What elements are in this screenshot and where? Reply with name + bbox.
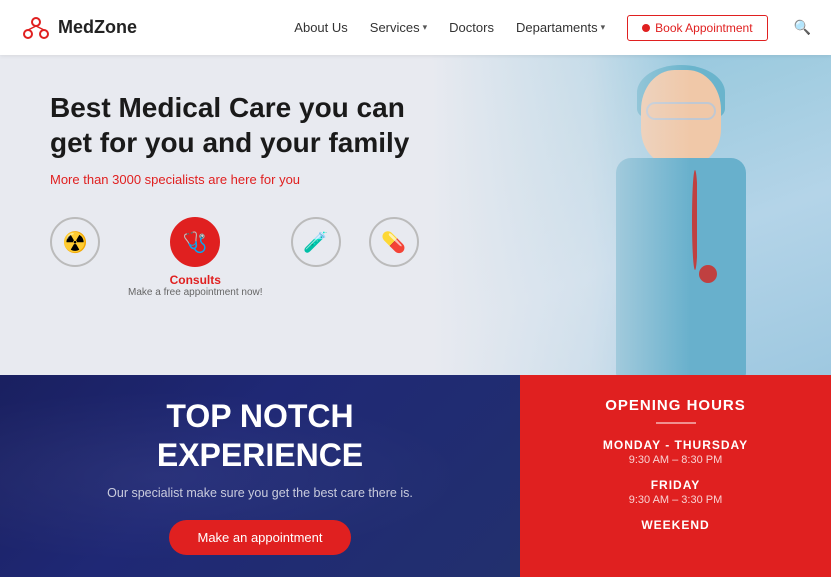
services-dropdown-arrow: ▾ (423, 22, 428, 33)
nav: About Us Services ▾ Doctors Departaments… (294, 15, 811, 41)
hero-section: Best Medical Care you can get for you an… (0, 55, 831, 375)
consults-sublabel: Make a free appointment now! (128, 287, 263, 298)
left-panel-description: Our specialist make sure you get the bes… (107, 486, 413, 500)
hero-subtitle: More than 3000 specialists are here for … (50, 172, 430, 187)
hero-title: Best Medical Care you can get for you an… (50, 90, 430, 160)
hours-row-weekend: WEEKEND (555, 518, 796, 532)
book-icon (642, 24, 650, 32)
left-panel: TOP NOTCH EXPERIENCE Our specialist make… (0, 375, 520, 577)
service-icon-circle-consults: 🩺 (170, 217, 220, 267)
hours-day-1: MONDAY - THURSDAY (555, 438, 796, 452)
nav-doctors[interactable]: Doctors (449, 20, 494, 35)
service-icon-1[interactable]: ☢️ (50, 217, 100, 273)
opening-divider (656, 422, 696, 424)
hero-content: Best Medical Care you can get for you an… (0, 55, 480, 333)
nav-services[interactable]: Services ▾ (370, 20, 427, 35)
service-icon-3[interactable]: 🧪 (291, 217, 341, 273)
hours-time-2: 9:30 AM – 3:30 PM (555, 494, 796, 506)
left-panel-title: TOP NOTCH EXPERIENCE (157, 397, 363, 474)
logo-icon (20, 12, 52, 44)
header: MedZone About Us Services ▾ Doctors Depa… (0, 0, 831, 55)
service-icon-circle-1: ☢️ (50, 217, 100, 267)
hours-day-2: FRIDAY (555, 478, 796, 492)
hours-time-1: 9:30 AM – 8:30 PM (555, 454, 796, 466)
right-panel: OPENING HOURS MONDAY - THURSDAY 9:30 AM … (520, 375, 831, 577)
service-icons-row: ☢️ 🩺 Consults Make a free appointment no… (50, 217, 430, 298)
hours-day-3: WEEKEND (555, 518, 796, 532)
service-icon-circle-4: 💊 (369, 217, 419, 267)
nav-departments[interactable]: Departaments ▾ (516, 20, 605, 35)
service-icon-consults[interactable]: 🩺 Consults Make a free appointment now! (128, 217, 263, 298)
hero-image (431, 55, 831, 375)
book-appointment-button[interactable]: Book Appointment (627, 15, 767, 41)
departments-dropdown-arrow: ▾ (601, 22, 606, 33)
service-icon-circle-3: 🧪 (291, 217, 341, 267)
logo[interactable]: MedZone (20, 12, 137, 44)
hours-row-fri: FRIDAY 9:30 AM – 3:30 PM (555, 478, 796, 506)
hero-fade-overlay (431, 55, 831, 375)
service-icon-4[interactable]: 💊 (369, 217, 419, 273)
bottom-row: TOP NOTCH EXPERIENCE Our specialist make… (0, 375, 831, 577)
opening-hours-title: OPENING HOURS (555, 397, 796, 414)
search-icon[interactable]: 🔍 (794, 19, 811, 36)
nav-about[interactable]: About Us (294, 20, 347, 35)
hours-row-mon-thu: MONDAY - THURSDAY 9:30 AM – 8:30 PM (555, 438, 796, 466)
make-appointment-button[interactable]: Make an appointment (169, 520, 350, 555)
logo-text: MedZone (58, 17, 137, 38)
consults-label: Consults (170, 273, 221, 287)
